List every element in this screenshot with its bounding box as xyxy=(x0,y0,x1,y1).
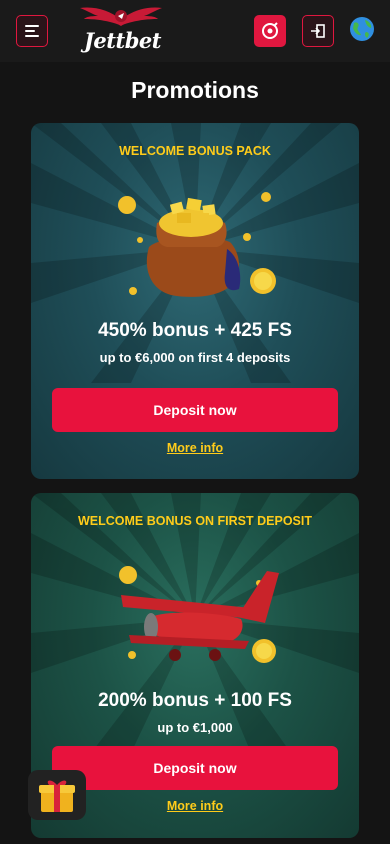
top-bar: Jettbet xyxy=(0,0,390,62)
menu-icon-line xyxy=(25,30,35,32)
logo[interactable]: Jettbet xyxy=(80,2,162,56)
menu-icon-line xyxy=(25,25,39,27)
gift-icon xyxy=(39,780,75,812)
promo-title: 200% bonus + 100 FS xyxy=(98,690,292,711)
promo-card: WELCOME BONUS PACK 450% bonus + 425 FS u… xyxy=(31,123,359,479)
promo-label: WELCOME BONUS PACK xyxy=(119,144,271,158)
promo-subtitle: up to €1,000 xyxy=(157,720,233,735)
menu-icon-line xyxy=(25,35,39,37)
page-title: Promotions xyxy=(131,77,259,103)
support-icon xyxy=(262,22,278,39)
language-button[interactable] xyxy=(348,15,376,43)
promo-subtitle: up to €6,000 on first 4 deposits xyxy=(99,350,291,365)
promo-label: WELCOME BONUS ON FIRST DEPOSIT xyxy=(77,514,313,528)
login-button[interactable] xyxy=(302,15,334,47)
login-icon xyxy=(311,24,325,38)
promo-title: 450% bonus + 425 FS xyxy=(98,320,292,341)
deposit-now-button[interactable]: Deposit now xyxy=(52,746,338,790)
globe-icon xyxy=(350,17,374,41)
red-plane-icon xyxy=(119,566,279,663)
more-info-link[interactable]: More info xyxy=(31,441,359,455)
menu-button[interactable] xyxy=(16,15,48,47)
pot-of-gold-icon xyxy=(118,192,276,297)
deposit-now-button[interactable]: Deposit now xyxy=(52,388,338,432)
gift-button[interactable] xyxy=(28,770,86,820)
brand-name: Jettbet xyxy=(84,28,161,53)
support-button[interactable] xyxy=(254,15,286,47)
